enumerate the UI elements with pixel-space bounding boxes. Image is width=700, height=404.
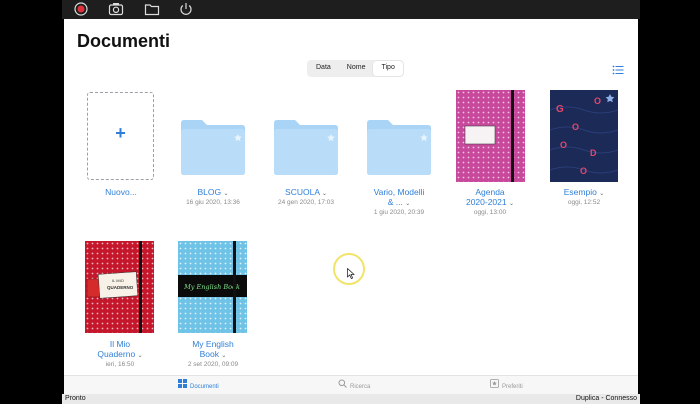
power-icon[interactable] <box>178 1 194 17</box>
tab-sort-data[interactable]: Data <box>308 61 339 76</box>
tab-sort-nome[interactable]: Nome <box>339 61 374 76</box>
connection-status: Duplica - Connesso <box>575 395 637 402</box>
cover-text-2: QUADERNO <box>107 285 134 290</box>
record-icon[interactable] <box>73 1 89 17</box>
chevron-down-icon[interactable]: ⌄ <box>509 201 514 207</box>
page-title: Documenti <box>77 31 171 51</box>
folder-icon[interactable] <box>365 117 433 182</box>
esempio-notebook-cover[interactable]: G O O O D O <box>549 90 619 187</box>
chevron-down-icon[interactable]: ⌄ <box>223 191 228 197</box>
star-icon <box>490 379 499 394</box>
item-name: BLOG <box>197 187 222 197</box>
item-name-line2: & ... <box>387 197 403 207</box>
item-name-line2: Quaderno <box>97 349 136 359</box>
folder-icon[interactable] <box>144 1 160 17</box>
cover-text-1: IL MIO <box>112 278 124 283</box>
tab-sort-tipo[interactable]: Tipo <box>373 61 403 76</box>
item-date: ieri, 16:50 <box>105 361 135 368</box>
folder-icon[interactable] <box>272 117 340 182</box>
camera-icon[interactable] <box>108 1 124 17</box>
item-date: 2 set 2020, 09:09 <box>187 361 239 368</box>
new-document-button[interactable]: + <box>87 92 154 180</box>
chevron-down-icon[interactable]: ⌄ <box>138 353 143 359</box>
item-name-line2: 2020-2021 <box>465 197 507 207</box>
chevron-down-icon[interactable]: ⌄ <box>221 353 226 359</box>
svg-text:D: D <box>590 148 597 158</box>
item-name-line2: Book <box>199 349 219 359</box>
status-bar: Pronto Duplica - Connesso <box>62 394 640 404</box>
remote-toolbar <box>62 0 640 19</box>
item-name: SCUOLA <box>285 187 320 197</box>
item-date: 24 gen 2020, 17:03 <box>277 199 335 206</box>
chevron-down-icon[interactable]: ⌄ <box>405 201 410 207</box>
chevron-down-icon[interactable]: ⌄ <box>322 191 327 197</box>
grid-icon <box>178 379 187 394</box>
tab-label: Ricerca <box>350 384 371 391</box>
item-date: 16 giu 2020, 13:36 <box>186 199 240 206</box>
quaderno-notebook-cover[interactable]: IL MIO QUADERNO <box>85 241 154 338</box>
tab-ricerca[interactable]: Ricerca <box>338 379 370 393</box>
svg-text:O: O <box>594 96 601 106</box>
sort-segmented-control: Data Nome Tipo <box>307 60 404 77</box>
item-date: 1 giu 2020, 20:39 <box>373 209 425 216</box>
svg-text:O: O <box>580 166 587 176</box>
folder-icon[interactable] <box>179 117 247 182</box>
item-date: oggi, 13:00 <box>473 209 507 216</box>
tab-preferiti[interactable]: Preferiti <box>490 379 523 393</box>
documents-app: Documenti Data Nome Tipo + Nuovo... BLOG… <box>64 19 638 394</box>
tab-documenti[interactable]: Documenti <box>178 379 219 393</box>
cover-text: My English Book <box>183 283 240 291</box>
item-name: Nuovo... <box>105 187 137 197</box>
tab-label: Preferiti <box>502 384 523 391</box>
list-icon[interactable] <box>612 62 624 75</box>
status-text: Pronto <box>65 395 86 402</box>
agenda-notebook-cover[interactable] <box>456 90 525 187</box>
svg-text:G: G <box>556 104 564 115</box>
item-date: oggi, 12:52 <box>567 199 601 206</box>
svg-text:O: O <box>560 140 567 150</box>
svg-text:O: O <box>572 122 579 132</box>
tab-label: Documenti <box>190 384 219 391</box>
item-name: Esempio <box>563 187 597 197</box>
plus-icon: + <box>115 123 126 143</box>
tab-bar: Documenti Ricerca Preferiti <box>64 375 638 394</box>
chevron-down-icon[interactable]: ⌄ <box>599 191 604 197</box>
english-book-cover[interactable]: My English Book <box>178 241 247 338</box>
mouse-pointer-icon <box>347 266 355 279</box>
search-icon <box>338 379 347 394</box>
